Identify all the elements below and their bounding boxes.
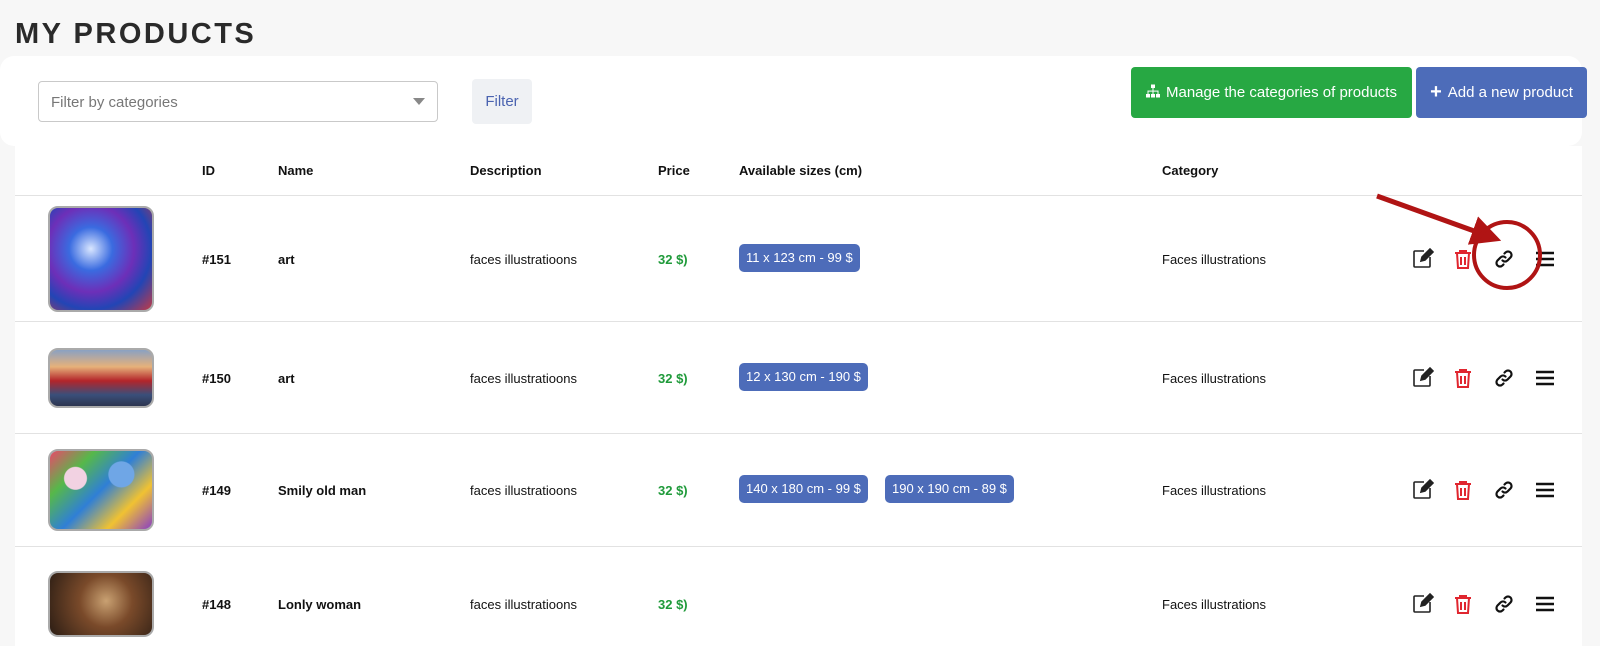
menu-icon[interactable] — [1533, 478, 1557, 502]
table-row: #148 Lonly woman faces illustratioons 32… — [15, 546, 1582, 646]
size-badge: 140 x 180 cm - 99 $ — [739, 475, 868, 503]
category-filter-placeholder: Filter by categories — [51, 94, 178, 111]
menu-icon[interactable] — [1533, 592, 1557, 616]
edit-icon[interactable] — [1410, 366, 1434, 390]
header-name: Name — [278, 163, 314, 178]
product-name: art — [278, 371, 295, 386]
size-badge: 11 x 123 cm - 99 $ — [739, 244, 860, 272]
product-thumbnail[interactable] — [48, 449, 154, 531]
product-category: Faces illustrations — [1162, 371, 1267, 386]
product-price: 32 $) — [658, 483, 688, 498]
page-title: MY PRODUCTS — [15, 18, 257, 50]
table-row: #151 art faces illustratioons 32 $) 11 x… — [15, 195, 1582, 321]
header-price: Price — [658, 163, 690, 178]
product-category: Faces illustrations — [1162, 597, 1267, 612]
link-icon[interactable] — [1492, 478, 1516, 502]
product-description: faces illustratioons — [470, 597, 577, 612]
product-name: Smily old man — [278, 483, 367, 498]
product-thumbnail[interactable] — [48, 206, 154, 312]
product-id: #150 — [202, 371, 231, 386]
chevron-down-icon — [413, 98, 425, 105]
size-badge: 12 x 130 cm - 190 $ — [739, 363, 868, 391]
product-price: 32 $) — [658, 252, 688, 267]
product-category: Faces illustrations — [1162, 483, 1267, 498]
category-filter-select[interactable]: Filter by categories — [38, 81, 438, 122]
product-description: faces illustratioons — [470, 371, 577, 386]
header-id: ID — [202, 163, 215, 178]
product-category: Faces illustrations — [1162, 252, 1267, 267]
link-icon[interactable] — [1492, 366, 1516, 390]
product-id: #148 — [202, 597, 231, 612]
sitemap-icon — [1146, 84, 1160, 102]
trash-icon[interactable] — [1451, 247, 1475, 271]
edit-icon[interactable] — [1410, 592, 1434, 616]
product-thumbnail[interactable] — [48, 571, 154, 637]
trash-icon[interactable] — [1451, 592, 1475, 616]
header-description: Description — [470, 163, 542, 178]
product-price: 32 $) — [658, 371, 688, 386]
menu-icon[interactable] — [1533, 247, 1557, 271]
edit-icon[interactable] — [1410, 247, 1434, 271]
product-name: art — [278, 252, 295, 267]
trash-icon[interactable] — [1451, 478, 1475, 502]
link-icon[interactable] — [1492, 592, 1516, 616]
size-badge: 190 x 190 cm - 89 $ — [885, 475, 1014, 503]
product-thumbnail[interactable] — [48, 348, 154, 408]
header-category: Category — [1162, 163, 1219, 178]
product-name: Lonly woman — [278, 597, 362, 612]
menu-icon[interactable] — [1533, 366, 1557, 390]
product-description: faces illustratioons — [470, 483, 577, 498]
product-id: #151 — [202, 252, 231, 267]
header-sizes: Available sizes (cm) — [739, 163, 863, 178]
edit-icon[interactable] — [1410, 478, 1434, 502]
product-id: #149 — [202, 483, 231, 498]
manage-categories-label: Manage the categories of products — [1166, 84, 1397, 101]
plus-icon: + — [1430, 80, 1442, 103]
table-row: #149 Smily old man faces illustratioons … — [15, 433, 1582, 546]
products-table: ID Name Description Price Available size… — [15, 146, 1582, 646]
manage-categories-button[interactable]: Manage the categories of products — [1131, 67, 1412, 118]
table-row: #150 art faces illustratioons 32 $) 12 x… — [15, 321, 1582, 433]
trash-icon[interactable] — [1451, 366, 1475, 390]
add-product-label: Add a new product — [1447, 84, 1573, 101]
add-product-button[interactable]: + Add a new product — [1416, 67, 1587, 118]
product-price: 32 $) — [658, 597, 688, 612]
filter-button[interactable]: Filter — [472, 79, 532, 124]
product-description: faces illustratioons — [470, 252, 577, 267]
link-icon[interactable] — [1492, 247, 1516, 271]
